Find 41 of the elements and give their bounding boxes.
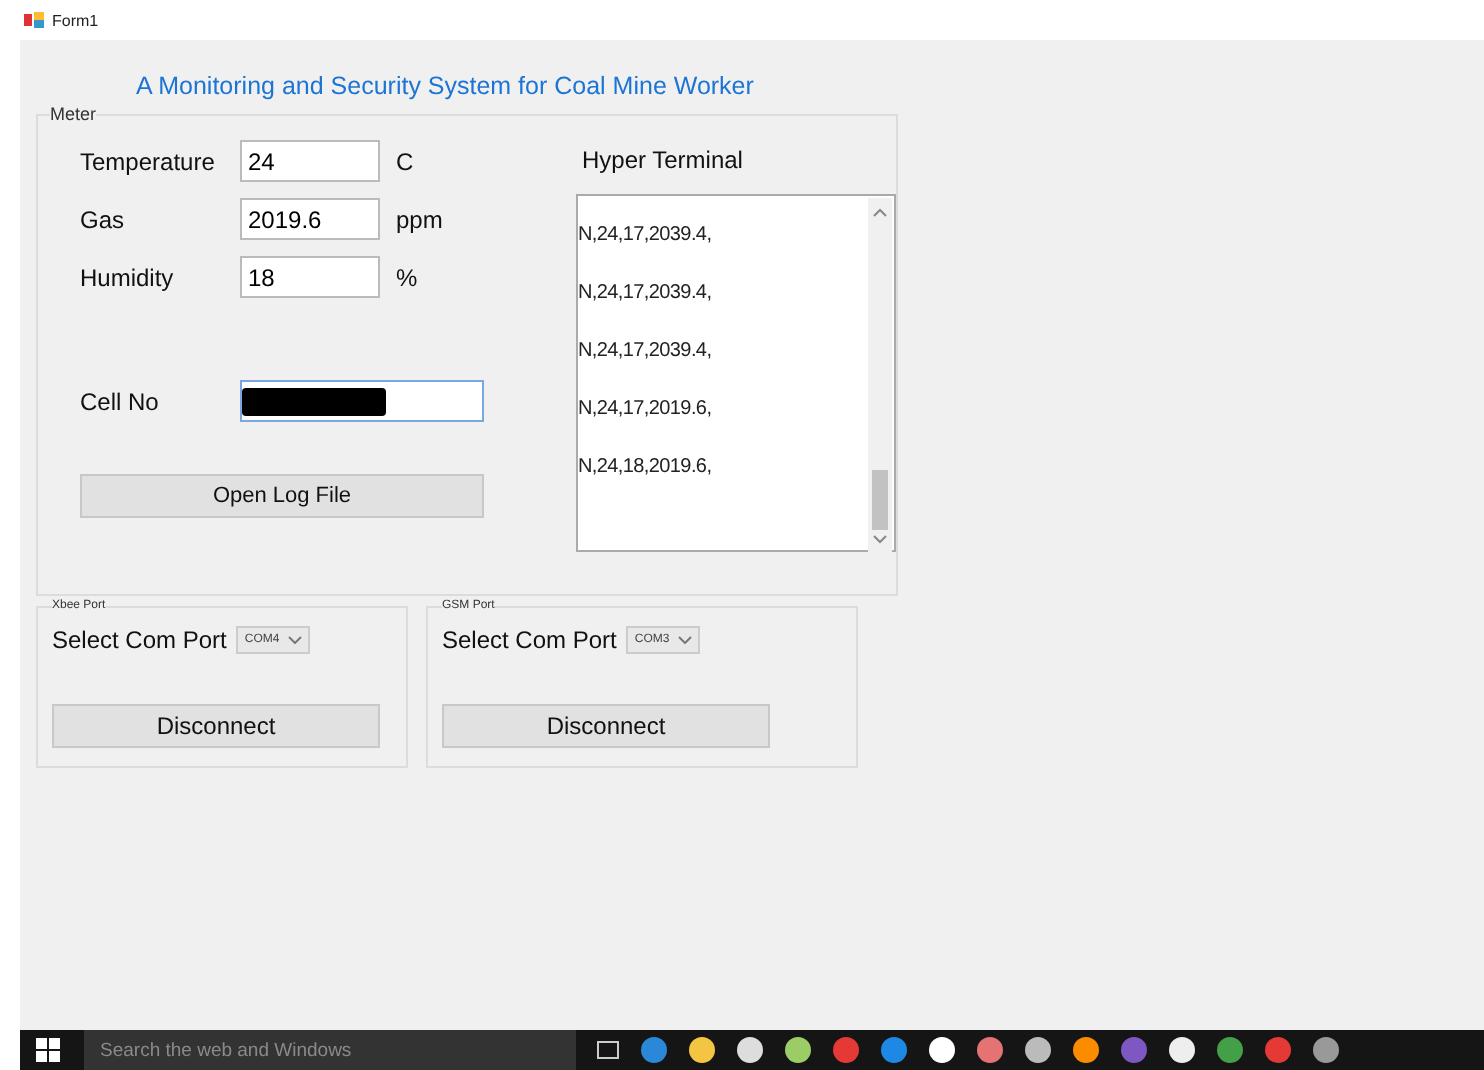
field-label: Temperature [80,147,217,175]
app-icon[interactable] [736,1036,764,1064]
search-field[interactable]: Search the web and Windows [84,1030,576,1070]
scrollbar[interactable] [868,198,892,552]
unit-label: ppm [396,205,443,233]
terminal-line: N,24,17,2019.6, [578,398,712,424]
app-icon[interactable] [976,1036,1004,1064]
disconnect-button[interactable]: Disconnect [52,704,380,748]
terminal-line: N,24,17,2039.4, [578,340,712,366]
open-log-button[interactable]: Open Log File [80,474,484,518]
app-icon[interactable] [1024,1036,1052,1064]
terminal-line: N,24,17,2039.4, [578,282,712,308]
task-view-icon[interactable] [596,1040,620,1060]
field-label: Cell No [80,387,161,415]
form-heading: A Monitoring and Security System for Coal Mine Worker [136,72,756,104]
dropdown-caret-icon [677,636,692,644]
disconnect-button[interactable]: Disconnect [442,704,770,748]
field-label: Humidity [80,263,176,291]
terminal-line: N,24,17,2039.4, [578,224,712,250]
value-field[interactable]: 18 [240,256,380,298]
unit-label: C [396,147,414,175]
terminal-line: N,24,18,2019.6, [578,456,712,482]
group-label: Meter [50,104,97,124]
app-icon[interactable] [1072,1036,1100,1064]
unit-label: % [396,263,418,291]
port-label: Select Com Port [442,626,617,654]
windows-logo-icon[interactable] [36,1038,60,1062]
app-icon[interactable] [1312,1036,1340,1064]
app-icon[interactable] [688,1036,716,1064]
app-icon[interactable] [928,1036,956,1064]
value-field[interactable]: 2019.6 [240,198,380,240]
terminal-label: Hyper Terminal [582,144,745,178]
app-icon [24,12,44,28]
field-label: Gas [80,205,127,233]
app-icon[interactable] [1168,1036,1196,1064]
cell-number-field[interactable] [240,380,484,422]
app-icon[interactable] [784,1036,812,1064]
value-field[interactable]: 24 [240,140,380,182]
port-label: Select Com Port [52,626,227,654]
window-title: Form1 [52,11,99,29]
dropdown-caret-icon [287,636,302,644]
